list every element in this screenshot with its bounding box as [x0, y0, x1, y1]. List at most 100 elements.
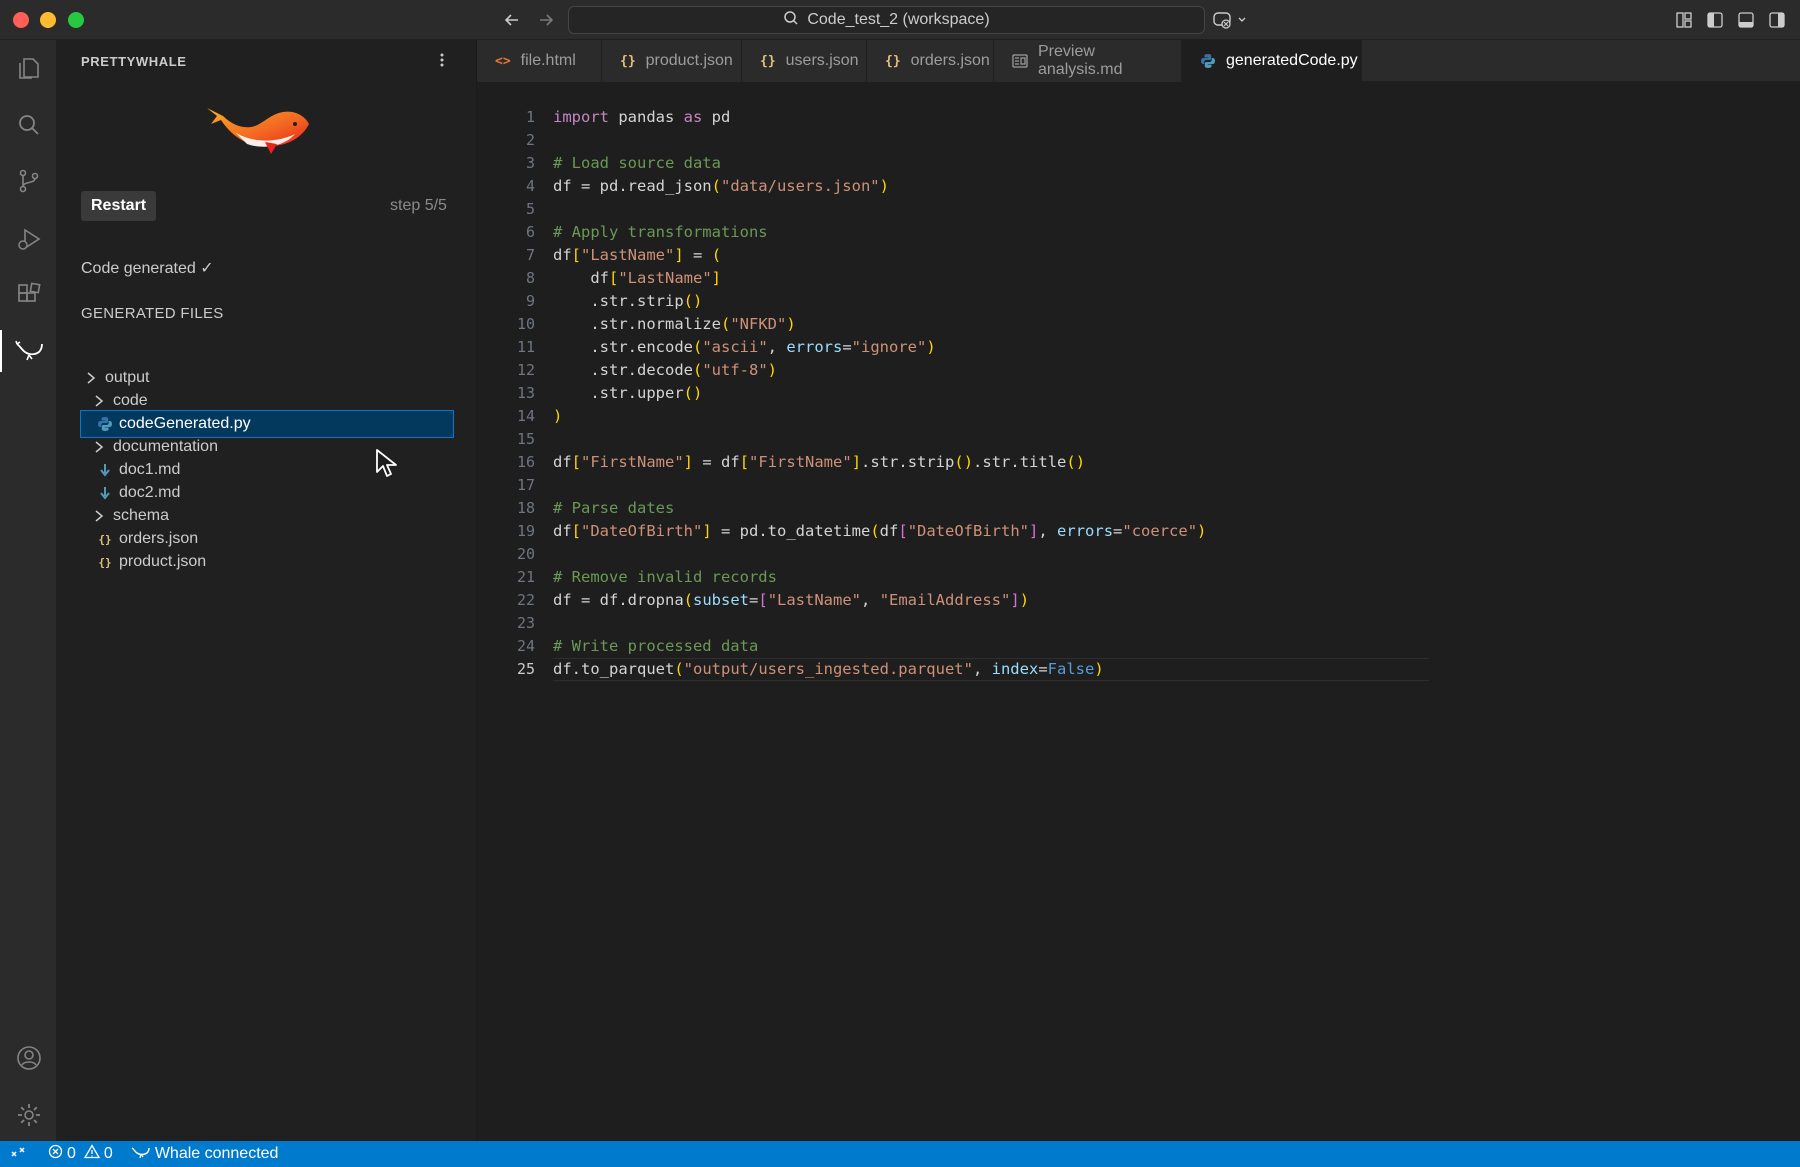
tab-preview-analysis-md[interactable]: Preview analysis.md — [994, 40, 1182, 82]
tab-generatedcode-py[interactable]: generatedCode.py — [1182, 40, 1362, 82]
code-line[interactable]: # Load source data — [553, 152, 721, 175]
chevron-right-icon — [91, 393, 107, 409]
line-number: 19 — [516, 522, 535, 540]
toggle-primary-sidebar-icon[interactable] — [1705, 10, 1724, 29]
code-line[interactable]: # Write processed data — [553, 635, 758, 658]
chevron-right-icon — [91, 508, 107, 524]
close-window-button[interactable] — [13, 12, 29, 28]
toggle-panel-icon[interactable] — [1736, 10, 1755, 29]
tab-file-html[interactable]: <> file.html — [477, 40, 602, 82]
line-number: 14 — [516, 407, 535, 425]
tab-label: generatedCode.py — [1226, 52, 1358, 69]
json-icon: {} — [885, 53, 901, 69]
code-line[interactable]: import pandas as pd — [553, 106, 730, 129]
tree-item-label: orders.json — [119, 530, 199, 547]
line-number: 2 — [525, 131, 535, 149]
tab-label: file.html — [520, 52, 576, 69]
problems-indicator[interactable]: 0 0 — [48, 1144, 113, 1164]
markdown-file-icon — [97, 485, 113, 501]
line-number: 6 — [525, 223, 535, 241]
tab-users-json[interactable]: {} users.json — [742, 40, 867, 82]
maximize-window-button[interactable] — [68, 12, 84, 28]
copilot-icon[interactable] — [1212, 8, 1252, 32]
more-actions-icon[interactable] — [432, 50, 452, 70]
forward-arrow-icon[interactable] — [534, 8, 558, 32]
error-count: 0 — [67, 1145, 76, 1162]
markdown-file-icon — [97, 462, 113, 478]
prettywhale-icon[interactable] — [0, 326, 57, 376]
line-number: 24 — [516, 637, 535, 655]
run-debug-icon[interactable] — [0, 214, 57, 264]
warning-count: 0 — [103, 1145, 113, 1162]
code-line[interactable]: df["LastName"] = ( — [553, 244, 721, 267]
chevron-right-icon — [83, 370, 99, 386]
line-number: 7 — [525, 246, 535, 264]
code-line[interactable]: ) — [553, 405, 562, 428]
restart-button[interactable]: Restart — [81, 191, 157, 221]
code-line[interactable]: .str.normalize("NFKD") — [553, 313, 795, 336]
tree-item-label: schema — [113, 507, 170, 524]
whale-status-text: Whale connected — [154, 1145, 279, 1162]
remote-indicator-icon[interactable] — [0, 1141, 36, 1167]
code-line[interactable]: df["DateOfBirth"] = pd.to_datetime(df["D… — [553, 520, 1206, 543]
code-line[interactable]: .str.encode("ascii", errors="ignore") — [553, 336, 935, 359]
line-number: 20 — [516, 545, 535, 563]
extensions-icon[interactable] — [0, 270, 57, 320]
line-number: 21 — [516, 568, 535, 586]
json-file-icon: {} — [98, 555, 112, 569]
workspace-name: Code_test_2 (workspace) — [807, 11, 990, 28]
python-icon — [1200, 53, 1216, 69]
tab-orders-json[interactable]: {} orders.json — [867, 40, 994, 82]
tab-product-json[interactable]: {} product.json — [602, 40, 742, 82]
settings-gear-icon[interactable] — [0, 1090, 57, 1140]
code-line[interactable]: .str.decode("utf-8") — [553, 359, 777, 382]
tab-label: users.json — [785, 52, 859, 69]
search-icon[interactable] — [0, 100, 57, 150]
line-number: 16 — [516, 453, 535, 471]
tree-item-label: doc2.md — [119, 484, 181, 501]
minimize-window-button[interactable] — [40, 12, 56, 28]
line-number: 3 — [525, 154, 535, 172]
line-number: 23 — [516, 614, 535, 632]
line-number: 10 — [516, 315, 535, 333]
code-line[interactable]: df["FirstName"] = df["FirstName"].str.st… — [553, 451, 1085, 474]
code-line[interactable]: # Remove invalid records — [553, 566, 777, 589]
tree-item-product-json[interactable]: {} product.json — [81, 549, 453, 575]
html-icon: <> — [495, 53, 511, 69]
layout-controls — [1674, 10, 1786, 29]
code-line[interactable]: df = pd.read_json("data/users.json") — [553, 175, 889, 198]
chevron-right-icon — [91, 439, 107, 455]
line-number: 13 — [516, 384, 535, 402]
source-control-icon[interactable] — [0, 156, 57, 206]
prettywhale-sidebar: PRETTYWHALE Restart step 5/5 Code genera… — [57, 40, 477, 1141]
code-line[interactable]: .str.strip() — [553, 290, 702, 313]
tree-item-label: product.json — [119, 553, 207, 570]
line-number: 1 — [525, 108, 535, 126]
tree-item-label: output — [105, 369, 150, 386]
json-icon: {} — [760, 53, 776, 69]
toggle-secondary-sidebar-icon[interactable] — [1767, 10, 1786, 29]
code-line[interactable]: # Parse dates — [553, 497, 674, 520]
code-line[interactable]: .str.upper() — [553, 382, 702, 405]
line-number: 12 — [516, 361, 535, 379]
whale-connection-status[interactable]: Whale connected — [131, 1145, 279, 1164]
back-arrow-icon[interactable] — [500, 8, 524, 32]
tree-item-label: code — [113, 392, 148, 409]
line-number: 5 — [525, 200, 535, 218]
tab-label: orders.json — [910, 52, 990, 69]
tree-item-label: documentation — [113, 438, 218, 455]
whale-icon — [131, 1145, 151, 1164]
explorer-icon[interactable] — [0, 43, 57, 93]
line-number: 11 — [516, 338, 535, 356]
customize-layout-icon[interactable] — [1674, 10, 1693, 29]
code-line[interactable]: # Apply transformations — [553, 221, 768, 244]
code-line[interactable]: df = df.dropna(subset=["LastName", "Emai… — [553, 589, 1029, 612]
code-line[interactable]: df.to_parquet("output/users_ingested.par… — [553, 658, 1104, 681]
code-line[interactable]: df["LastName"] — [553, 267, 721, 290]
generation-status: Code generated ✓ — [81, 260, 214, 277]
account-icon[interactable] — [0, 1033, 57, 1083]
generated-files-heading: GENERATED FILES — [81, 305, 224, 322]
status-bar: 0 0 Whale connected — [0, 1141, 1800, 1167]
command-center-search[interactable]: Code_test_2 (workspace) — [568, 6, 1205, 34]
code-editor[interactable]: 1 2 3 4 5 6 7 8 9 10 11 12 13 14 15 16 17 18 19 20 21 22 23 24 2… — [477, 82, 1800, 1141]
